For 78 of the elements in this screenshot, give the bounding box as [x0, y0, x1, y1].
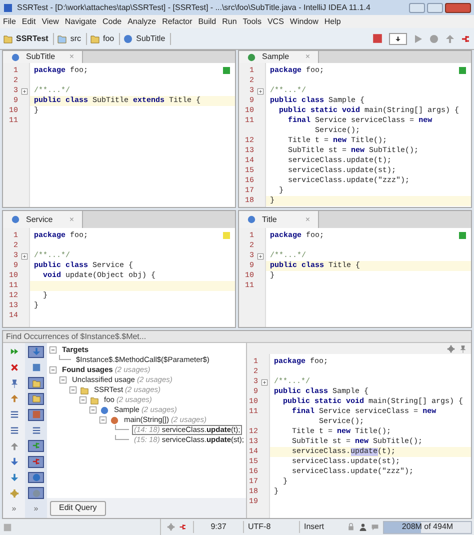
plug-icon — [179, 523, 187, 531]
pin-icon — [10, 378, 18, 388]
menu-item[interactable]: Navigate — [64, 16, 96, 28]
folder-icon — [57, 34, 68, 44]
caret-position[interactable]: 9:37 — [193, 521, 243, 533]
breadcrumb[interactable]: src — [57, 32, 87, 44]
tab-label: SubTitle — [26, 51, 56, 63]
debug-icon — [429, 34, 439, 44]
menu-item[interactable]: Build — [198, 16, 216, 28]
toolbar-button[interactable] — [28, 408, 44, 421]
runnable-class-icon — [247, 52, 256, 62]
insert-mode: Insert — [299, 521, 343, 533]
tab-label: Sample — [262, 51, 290, 63]
method-icon — [110, 416, 119, 424]
class-icon — [100, 406, 109, 414]
menu-item[interactable]: VCS — [267, 16, 284, 28]
class-icon — [11, 215, 20, 224]
close-button[interactable] — [445, 2, 471, 12]
memory-indicator[interactable]: 208M of 494M — [383, 520, 472, 534]
fold-icon — [261, 378, 268, 386]
fold-icon — [257, 252, 264, 260]
breadcrumb[interactable]: SubTitle — [123, 32, 172, 44]
toolbar-button[interactable] — [28, 487, 44, 500]
pin-icon — [459, 344, 467, 352]
run-config-dropdown[interactable] — [389, 32, 407, 44]
menu-item[interactable]: Code — [102, 16, 122, 28]
run-icon — [413, 34, 423, 44]
window-title: SSRTest - [D:\work\attaches\tap\SSRTest] - [SSRTest] - ...\src\foo\SubTitle.java - IntelliJ IDEA 11.1.4 — [17, 2, 370, 14]
tab-label: Title — [262, 214, 277, 226]
message-icon — [371, 523, 379, 531]
menu-item[interactable]: Window — [290, 16, 318, 28]
up-arrow-icon — [10, 442, 18, 451]
menu-item[interactable]: Run — [222, 16, 237, 28]
rerun-icon — [10, 347, 18, 356]
menu-item[interactable]: Refactor — [162, 16, 192, 28]
edit-query-button[interactable]: Edit Query — [50, 500, 106, 516]
more-button[interactable]: » — [12, 503, 16, 516]
menu-item[interactable]: Tools — [242, 16, 262, 28]
editor-tab[interactable]: Service × — [3, 211, 83, 228]
breadcrumb[interactable]: foo — [90, 32, 120, 44]
tab-label: Service — [26, 214, 53, 226]
close-icon — [10, 363, 18, 372]
menu-item[interactable]: Help — [324, 16, 341, 28]
class-icon — [247, 215, 256, 224]
menu-item[interactable]: Edit — [22, 16, 36, 28]
toolbar-button[interactable] — [28, 377, 44, 389]
memory-usage: 208M of 494M — [402, 521, 454, 533]
editor-tab[interactable]: Sample × — [239, 51, 319, 63]
panel-title: Find Occurrences of $Instance$.$Met... — [6, 330, 146, 342]
editor-tab[interactable]: Title × — [239, 211, 319, 228]
app-icon — [3, 2, 13, 12]
menu-item[interactable]: View — [42, 16, 59, 28]
toolbar-button[interactable] — [28, 472, 44, 484]
folder-icon — [90, 34, 100, 44]
toolbar-button[interactable] — [28, 456, 44, 468]
caret-icon — [395, 36, 401, 42]
gear-icon — [167, 523, 175, 531]
settings-icon — [10, 488, 18, 498]
toolbar-button[interactable] — [28, 440, 44, 452]
file-encoding[interactable]: UTF-8 — [243, 521, 299, 533]
editor-tab[interactable]: SubTitle × — [3, 51, 83, 63]
fold-icon — [21, 88, 28, 94]
menu-item[interactable]: Analyze — [128, 16, 156, 28]
breadcrumb[interactable]: SSRTest — [3, 32, 54, 44]
settings-icon — [447, 344, 455, 352]
class-icon — [11, 52, 20, 62]
more-button[interactable]: » — [34, 503, 38, 516]
person-icon — [359, 523, 367, 531]
toolbar-button[interactable] — [28, 392, 44, 405]
fold-icon — [257, 88, 264, 94]
upload-icon — [445, 34, 455, 44]
menu-item[interactable]: File — [3, 16, 16, 28]
toolbar-button[interactable] — [28, 346, 44, 358]
folder-icon — [3, 34, 13, 44]
down-arrow-icon — [10, 457, 18, 466]
lock-icon — [347, 523, 355, 531]
class-icon — [123, 34, 134, 44]
fold-icon — [21, 252, 28, 260]
